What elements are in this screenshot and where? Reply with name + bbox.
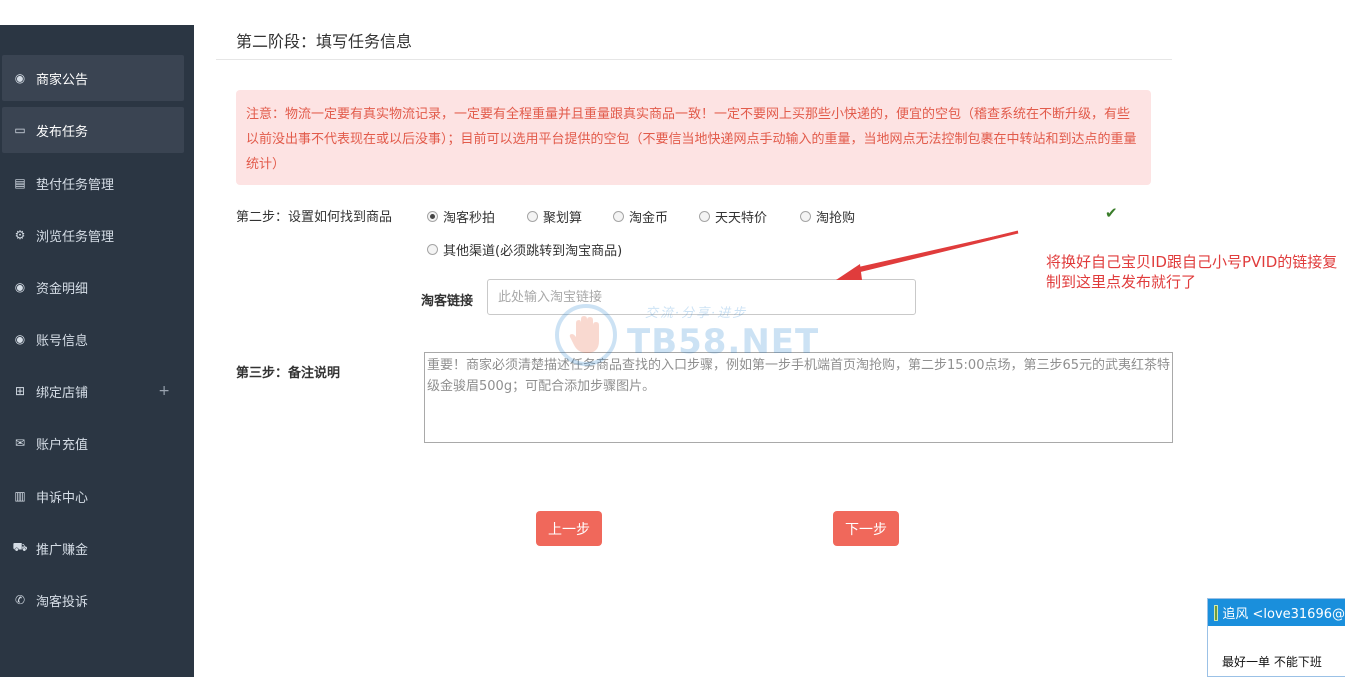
- radio-other-channel[interactable]: 其他渠道(必须跳转到淘宝商品): [427, 240, 622, 259]
- cart-icon: ⛟: [12, 540, 28, 554]
- expand-plus-icon[interactable]: +: [158, 383, 170, 399]
- remark-textarea[interactable]: [424, 352, 1173, 443]
- page-title: 第二阶段：填写任务信息: [236, 32, 413, 51]
- radio-tiantian-tejia[interactable]: 天天特价: [699, 207, 767, 226]
- sidebar: ◉ 商家公告 ▭ 发布任务 ▤ 垫付任务管理 ⚙ 浏览任务管理 ◉ 资金明细 ◉…: [0, 25, 194, 677]
- sidebar-item-label: 垫付任务管理: [36, 177, 115, 193]
- dashboard-icon: ◉: [14, 280, 26, 294]
- chat-message: 最好一单 不能下班: [1222, 655, 1322, 669]
- sitemap-icon: ⊞: [14, 384, 26, 398]
- sidebar-item-merchant-notice[interactable]: ◉ 商家公告: [2, 55, 184, 101]
- check-icon: ✔: [1105, 204, 1118, 222]
- sidebar-item-label: 资金明细: [36, 281, 89, 297]
- radio-taoke-miaopai[interactable]: 淘客秒拍: [427, 207, 495, 226]
- chat-sender: 追风 <love31696@: [1222, 607, 1345, 622]
- sidebar-item-label: 发布任务: [36, 124, 89, 140]
- sidebar-item-label: 账户充值: [36, 437, 89, 453]
- sidebar-item-label: 商家公告: [36, 72, 89, 88]
- step3-label: 第三步：备注说明: [236, 366, 341, 381]
- chat-header[interactable]: 追风 <love31696@: [1208, 599, 1345, 626]
- radio-label: 其他渠道(必须跳转到淘宝商品): [443, 244, 623, 259]
- sidebar-item-label: 淘客投诉: [36, 594, 89, 610]
- sidebar-item-label: 推广赚金: [36, 542, 89, 558]
- dashboard-icon: ◉: [14, 71, 26, 85]
- sidebar-item-publish-task[interactable]: ▭ 发布任务: [2, 107, 184, 153]
- radio-label: 淘抢购: [816, 211, 856, 226]
- dashboard-icon: ◉: [14, 332, 26, 346]
- laptop-icon: ▭: [14, 123, 26, 137]
- sidebar-item-account-info[interactable]: ◉ 账号信息: [2, 316, 184, 362]
- sidebar-item-fund-details[interactable]: ◉ 资金明细: [2, 264, 184, 310]
- envelope-icon: ✉: [14, 436, 26, 450]
- radio-checked-icon[interactable]: [427, 211, 438, 222]
- sidebar-item-account-recharge[interactable]: ✉ 账户充值: [2, 420, 184, 466]
- radio-label: 淘金币: [629, 211, 669, 226]
- radio-taojinbi[interactable]: 淘金币: [613, 207, 668, 226]
- radio-unchecked-icon[interactable]: [427, 244, 438, 255]
- sidebar-item-appeal-center[interactable]: ▥ 申诉中心: [2, 473, 184, 519]
- sidebar-item-bind-shop[interactable]: ⊞ 绑定店铺 +: [2, 368, 184, 414]
- radio-unchecked-icon[interactable]: [800, 211, 811, 222]
- radio-taoqianggou[interactable]: 淘抢购: [800, 207, 855, 226]
- logistics-notice: 注意：物流一定要有真实物流记录，一定要有全程重量并且重量跟真实商品一致！一定不要…: [236, 90, 1151, 185]
- radio-juhuasuan[interactable]: 聚划算: [527, 207, 582, 226]
- sidebar-item-label: 浏览任务管理: [36, 229, 115, 245]
- cogs-icon: ⚙: [14, 228, 26, 242]
- phone-icon: ✆: [14, 593, 26, 607]
- title-divider: [216, 59, 1172, 60]
- sidebar-item-promotion-earn[interactable]: ⛟ 推广赚金: [2, 525, 184, 571]
- radio-label: 天天特价: [715, 211, 768, 226]
- radio-unchecked-icon[interactable]: [527, 211, 538, 222]
- radio-label: 淘客秒拍: [443, 211, 496, 226]
- sidebar-item-label: 账号信息: [36, 333, 89, 349]
- bar-chart-icon: ▥: [14, 489, 26, 503]
- step2-label: 第二步：设置如何找到商品: [236, 210, 393, 225]
- chat-popup[interactable]: 追风 <love31696@ 最好一单 不能下班: [1207, 598, 1345, 677]
- sidebar-item-advance-task-manage[interactable]: ▤ 垫付任务管理: [2, 160, 184, 206]
- annotation-arrow: [836, 230, 1019, 280]
- avatar: [1214, 604, 1219, 621]
- sidebar-item-label: 绑定店铺: [36, 385, 89, 401]
- radio-unchecked-icon[interactable]: [699, 211, 710, 222]
- annotation-text: 将换好自己宝贝ID跟自己小号PVID的链接复制到这里点发布就行了: [1046, 253, 1338, 291]
- sidebar-item-taoke-complaint[interactable]: ✆ 淘客投诉: [2, 577, 184, 623]
- prev-step-button[interactable]: 上一步: [536, 511, 602, 546]
- sidebar-item-browse-task-manage[interactable]: ⚙ 浏览任务管理: [2, 212, 184, 258]
- radio-label: 聚划算: [543, 211, 583, 226]
- book-icon: ▤: [14, 176, 26, 190]
- radio-unchecked-icon[interactable]: [613, 211, 624, 222]
- next-step-button[interactable]: 下一步: [833, 511, 899, 546]
- taoke-link-label: 淘客链接: [421, 294, 474, 309]
- sidebar-item-label: 申诉中心: [36, 490, 89, 506]
